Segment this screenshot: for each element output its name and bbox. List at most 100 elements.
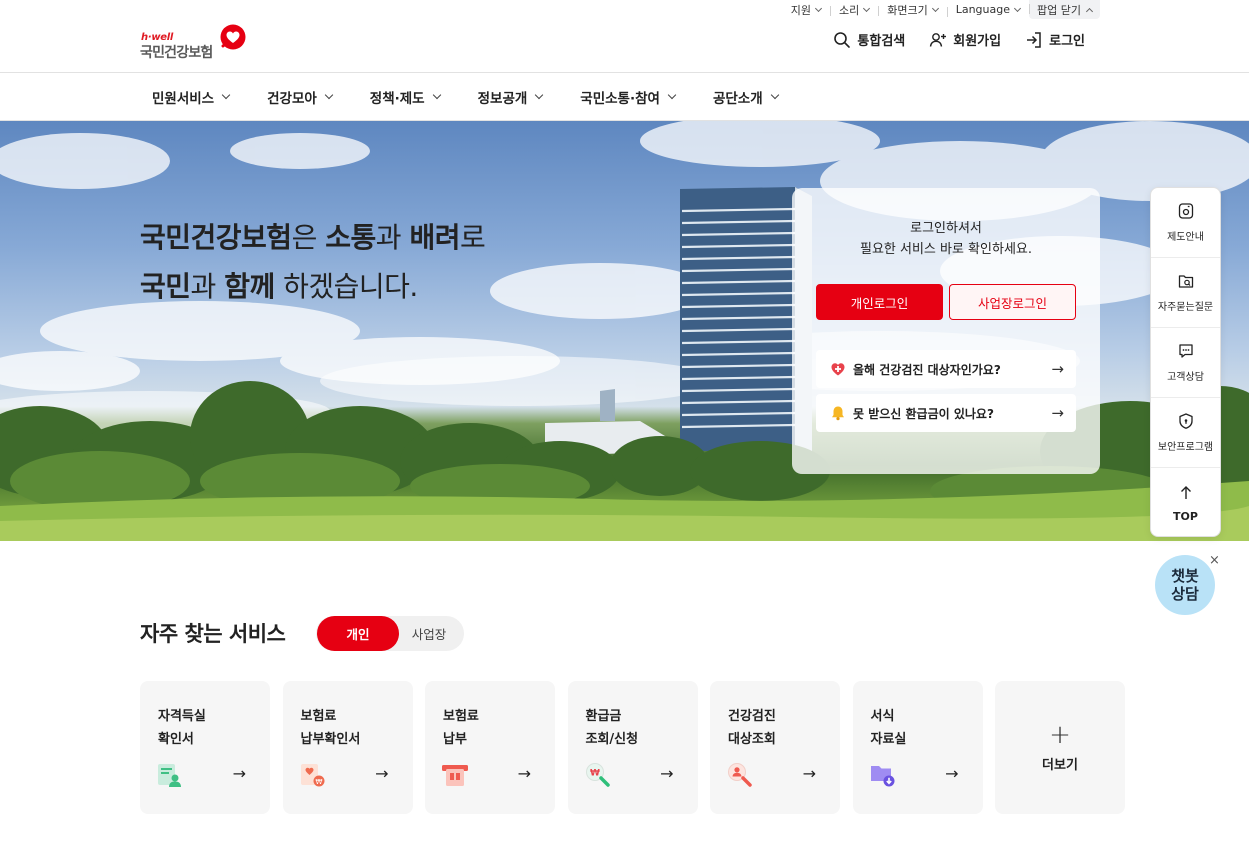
util-support-label: 지원 bbox=[790, 3, 811, 17]
signup-label: 회원가입 bbox=[953, 34, 1002, 49]
service-card-label: 환급금 조회/신청 bbox=[585, 709, 639, 747]
nav-policy[interactable]: 정책·제도 bbox=[370, 87, 441, 107]
arrow-right-icon: → bbox=[945, 764, 959, 783]
refund-label: 못 받으신 환급금이 있나요? bbox=[853, 406, 994, 421]
hero-banner: 국민건강보험은 소통과 배려로 국민과 함께 하겠습니다. 로그인하셔서 필요한… bbox=[0, 121, 1249, 541]
popup-close-button[interactable]: 팝업 닫기 bbox=[1029, 0, 1100, 19]
refund-search-icon: ₩ bbox=[585, 763, 610, 787]
side-item-label: 보안프로그램 bbox=[1157, 442, 1214, 453]
nav-about[interactable]: 공단소개 bbox=[712, 87, 779, 107]
chatbot-button[interactable]: 챗봇 상담 bbox=[1155, 555, 1215, 615]
slogan-text: 소통 bbox=[325, 221, 376, 254]
util-sound[interactable]: 소리 bbox=[829, 2, 878, 18]
chevron-down-icon bbox=[221, 90, 231, 99]
utility-bar: 지원 소리 화면크기 Language 팝업 닫기 bbox=[782, 0, 1100, 19]
header-actions: 통합검색 회원가입 로그인 bbox=[833, 30, 1085, 49]
chatbot-label-line-1: 챗봇 bbox=[1171, 567, 1199, 585]
svg-text:₩: ₩ bbox=[315, 778, 322, 786]
chevron-down-icon bbox=[535, 90, 544, 99]
nav-label: 건강모아 bbox=[267, 90, 317, 107]
login-label: 로그인 bbox=[1049, 34, 1085, 49]
scroll-top-button[interactable]: TOP bbox=[1151, 468, 1220, 538]
chatbot-close-icon[interactable]: × bbox=[1209, 553, 1220, 568]
side-item-label: 제도안내 bbox=[1167, 232, 1204, 243]
folder-download-icon bbox=[870, 766, 894, 787]
slogan-text: 배려 bbox=[409, 221, 460, 254]
chevron-down-icon bbox=[1013, 4, 1022, 12]
side-item-consult[interactable]: 고객상담 bbox=[1151, 328, 1220, 398]
arrow-right-icon: → bbox=[232, 764, 246, 783]
util-screen-size-label: 화면크기 bbox=[887, 3, 928, 17]
toggle-business[interactable]: 사업장 bbox=[396, 616, 462, 651]
login-button[interactable]: 로그인 bbox=[1025, 30, 1085, 49]
slogan-text: 국민 bbox=[140, 270, 191, 303]
search-button[interactable]: 통합검색 bbox=[833, 30, 905, 49]
health-checkup-label: 올해 건강검진 대상자인가요? bbox=[853, 362, 1001, 377]
health-checkup-link[interactable]: 올해 건강검진 대상자인가요? → bbox=[816, 350, 1076, 388]
service-card-more[interactable]: + 더보기 bbox=[995, 681, 1125, 814]
bell-icon bbox=[832, 406, 844, 421]
nav-info-disclosure[interactable]: 정보공개 bbox=[478, 87, 544, 107]
personal-login-button[interactable]: 개인로그인 bbox=[816, 284, 943, 320]
signup-button[interactable]: 회원가입 bbox=[929, 30, 1001, 49]
nav-health-moa[interactable]: 건강모아 bbox=[267, 87, 334, 107]
certificate-icon bbox=[158, 764, 181, 787]
main-navigation: 민원서비스 건강모아 정책·제도 정보공개 국민소통·참여 공단소개 bbox=[0, 72, 1249, 121]
login-message-line-1: 로그인하셔서 bbox=[910, 221, 982, 236]
chevron-down-icon bbox=[931, 4, 939, 12]
chat-bubble-icon bbox=[1178, 344, 1193, 358]
nav-participation[interactable]: 국민소통·참여 bbox=[580, 87, 677, 107]
login-icon bbox=[1027, 31, 1041, 48]
chevron-down-icon bbox=[432, 90, 441, 99]
util-language-label: Language bbox=[955, 3, 1011, 16]
scroll-top-label: TOP bbox=[1173, 509, 1198, 523]
chatbot-label-line-2: 상담 bbox=[1171, 585, 1199, 603]
service-card-payment-certificate[interactable]: 보험료 납부확인서 ₩ → bbox=[282, 681, 413, 814]
search-label: 통합검색 bbox=[857, 34, 906, 49]
nav-label: 국민소통·참여 bbox=[580, 90, 660, 107]
toggle-personal[interactable]: 개인 bbox=[317, 616, 399, 651]
service-card-eligibility[interactable]: 자격득실 확인서 → bbox=[140, 681, 270, 814]
nav-label: 민원서비스 bbox=[152, 90, 215, 107]
user-add-icon bbox=[930, 32, 947, 47]
service-card-label: 자격득실 확인서 bbox=[158, 709, 206, 747]
util-screen-size[interactable]: 화면크기 bbox=[878, 2, 946, 18]
slogan-text: 은 bbox=[291, 221, 326, 254]
site-logo[interactable]: h·well 국민건강보험 bbox=[140, 24, 250, 62]
side-item-system-guide[interactable]: 제도안내 bbox=[1151, 188, 1220, 258]
service-card-forms[interactable]: 서식 자료실 → bbox=[852, 681, 983, 814]
heart-plus-icon bbox=[831, 363, 845, 376]
nav-civil-service[interactable]: 민원서비스 bbox=[152, 87, 231, 107]
arrow-right-icon: → bbox=[802, 764, 816, 783]
document-guide-icon bbox=[1178, 203, 1193, 219]
chevron-down-icon bbox=[324, 90, 334, 99]
arrow-right-icon: → bbox=[375, 764, 389, 783]
business-login-button[interactable]: 사업장로그인 bbox=[949, 284, 1076, 320]
hero-slogan: 국민건강보험은 소통과 배려로 국민과 함께 하겠습니다. bbox=[140, 213, 486, 311]
util-language[interactable]: Language bbox=[946, 3, 1029, 17]
slogan-text: 함께 bbox=[224, 270, 275, 303]
side-item-label: 자주묻는질문 bbox=[1157, 302, 1214, 313]
search-icon bbox=[834, 31, 851, 48]
hero-slogan-line-1: 국민건강보험은 소통과 배려로 bbox=[140, 213, 486, 262]
login-message-line-2: 필요한 서비스 바로 확인하세요. bbox=[859, 242, 1032, 257]
slogan-text: 로 bbox=[459, 221, 486, 254]
arrow-right-icon: → bbox=[1051, 404, 1064, 422]
person-search-icon bbox=[728, 763, 752, 787]
service-card-health-checkup[interactable]: 건강검진 대상조회 → bbox=[710, 681, 840, 814]
faq-folder-icon bbox=[1178, 275, 1193, 288]
payment-receipt-icon: ₩ bbox=[300, 764, 324, 787]
chevron-up-icon bbox=[1085, 7, 1094, 15]
service-card-refund[interactable]: 환급금 조회/신청 ₩ → bbox=[567, 681, 698, 814]
side-item-faq[interactable]: 자주묻는질문 bbox=[1151, 258, 1220, 328]
service-card-premium-payment[interactable]: 보험료 납부 → bbox=[425, 681, 555, 814]
arrow-up-icon bbox=[1180, 485, 1191, 499]
slogan-text: 하겠습니다. bbox=[274, 270, 418, 303]
side-item-security[interactable]: 보안프로그램 bbox=[1151, 398, 1220, 468]
popup-close-label: 팝업 닫기 bbox=[1037, 3, 1081, 17]
util-support[interactable]: 지원 bbox=[782, 2, 830, 18]
heart-logo-icon bbox=[220, 24, 246, 50]
nav-label: 공단소개 bbox=[712, 90, 763, 107]
refund-link[interactable]: 못 받으신 환급금이 있나요? → bbox=[816, 394, 1076, 432]
chevron-down-icon bbox=[770, 90, 779, 99]
